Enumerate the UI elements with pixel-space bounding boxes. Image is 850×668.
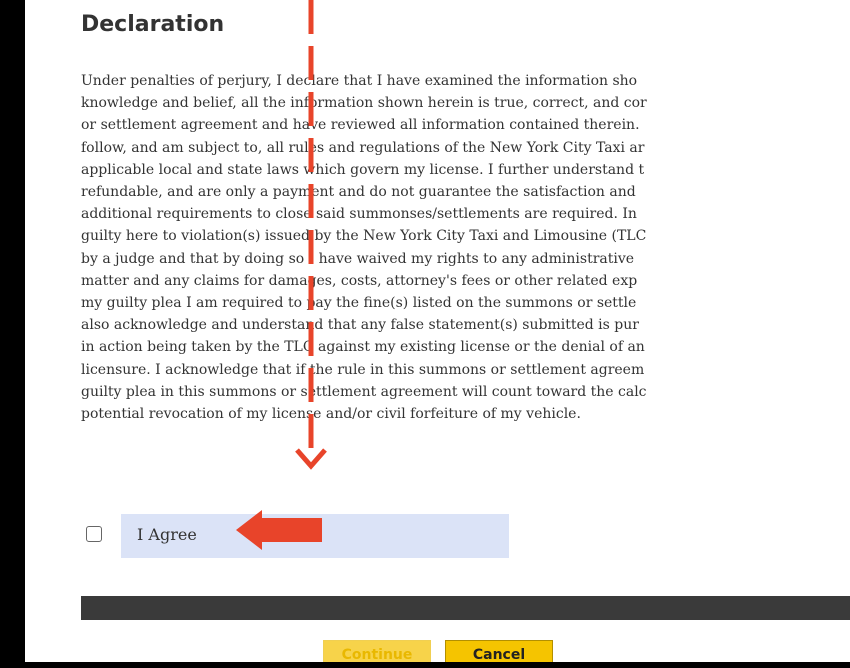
declaration-line: my guilty plea I am required to pay the …: [81, 295, 637, 312]
declaration-line: additional requirements to close said su…: [81, 206, 637, 223]
declaration-line: Under penalties of perjury, I declare th…: [81, 73, 638, 89]
declaration-line: by a judge and that by doing so I have w…: [81, 250, 635, 267]
declaration-line: also acknowledge and understand that any…: [81, 317, 639, 334]
declaration-line: or settlement agreement and have reviewe…: [81, 117, 640, 134]
declaration-line: follow, and am subject to, all rules and…: [81, 139, 645, 156]
annotation-chevron-down-icon: [295, 448, 327, 470]
agree-label[interactable]: I Agree: [137, 525, 197, 544]
declaration-line: licensure. I acknowledge that if the rul…: [81, 361, 645, 378]
declaration-line: refundable, and are only a payment and d…: [81, 184, 636, 201]
continue-button[interactable]: Continue: [323, 640, 431, 662]
declaration-line: applicable local and state laws which go…: [81, 161, 645, 178]
cancel-button[interactable]: Cancel: [445, 640, 553, 662]
declaration-line: knowledge and belief, all the informatio…: [81, 95, 647, 112]
declaration-line: guilty plea in this summons or settlemen…: [81, 383, 647, 400]
page-title: Declaration: [81, 12, 225, 37]
dark-divider-bar: [81, 596, 850, 620]
declaration-line: in action being taken by the TLC against…: [81, 339, 645, 356]
declaration-line: potential revocation of my license and/o…: [81, 406, 581, 423]
declaration-line: matter and any claims for damages, costs…: [81, 272, 638, 289]
declaration-text: Under penalties of perjury, I declare th…: [81, 70, 850, 425]
declaration-panel: Declaration Under penalties of perjury, …: [25, 0, 850, 662]
agree-checkbox[interactable]: [86, 526, 102, 542]
declaration-line: guilty here to violation(s) issued by th…: [81, 228, 647, 245]
